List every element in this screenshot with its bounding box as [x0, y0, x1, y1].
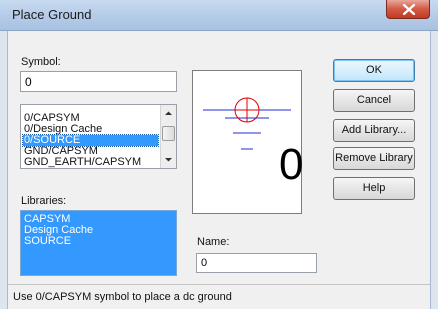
symbol-list[interactable]: 0/CAPSYM 0/Design Cache 0/SOURCE GND/CAPSYM…: [20, 104, 177, 169]
chevron-down-icon: [165, 158, 172, 162]
ok-button[interactable]: OK: [333, 59, 415, 82]
name-input[interactable]: 0: [196, 253, 317, 273]
preview-symbol-name: 0: [279, 140, 304, 189]
dialog-title: Place Ground: [12, 7, 92, 22]
status-text: Use 0/CAPSYM symbol to place a dc ground: [13, 291, 232, 303]
symbol-input[interactable]: 0: [20, 71, 177, 92]
symbol-preview: 0: [192, 70, 304, 214]
scroll-thumb[interactable]: [162, 126, 175, 141]
library-list-item[interactable]: SOURCE: [24, 236, 71, 247]
scroll-up-arrow[interactable]: [161, 105, 176, 121]
symbol-list-item[interactable]: GND_FIELD_SIGNAL/CA: [24, 168, 151, 169]
place-ground-dialog: Place Ground Symbol: 0 0/CAPSYM 0/Design …: [0, 0, 438, 309]
chevron-up-icon: [165, 111, 172, 115]
name-label: Name:: [197, 236, 230, 248]
cancel-button[interactable]: Cancel: [333, 89, 415, 112]
scroll-down-arrow[interactable]: [161, 152, 176, 168]
close-icon: [402, 4, 416, 15]
add-library-button[interactable]: Add Library...: [333, 119, 415, 142]
close-button[interactable]: [386, 0, 430, 19]
libraries-label: Libraries:: [21, 195, 67, 207]
dialog-body: Symbol: 0 0/CAPSYM 0/Design Cache 0/SOURCE…: [7, 31, 431, 309]
help-button[interactable]: Help: [333, 177, 415, 200]
libraries-list[interactable]: CAPSYM Design Cache SOURCE: [20, 210, 177, 276]
status-bar: Use 0/CAPSYM symbol to place a dc ground: [8, 284, 430, 308]
remove-library-button[interactable]: Remove Library: [333, 147, 415, 170]
symbol-list-scrollbar[interactable]: [160, 105, 176, 168]
symbol-label: Symbol:: [21, 56, 61, 68]
title-bar[interactable]: Place Ground: [0, 0, 438, 31]
